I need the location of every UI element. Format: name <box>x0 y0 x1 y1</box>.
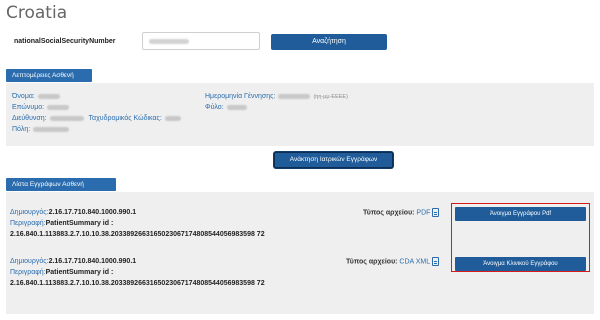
address-label: Διεύθυνση: <box>12 115 47 122</box>
doc-author-row: Δημιουργός:2.16.17.710.840.1000.990.1 <box>10 209 136 216</box>
gender-row: Φύλο: <box>205 104 247 111</box>
birthdate-row: Ημερομηνία Γέννησης: (ηη-μμ-ΕΕΕΕ) <box>205 93 348 100</box>
pdf-file-icon <box>432 208 440 217</box>
doc-id: 2.16.840.1.113883.2.7.10.10.38.203389266… <box>10 231 265 238</box>
doc-author: 2.16.17.710.840.1000.990.1 <box>48 209 137 216</box>
doc-file-type-row: Τύπος αρχείου: PDF <box>363 208 440 217</box>
file-type-label: Τύπος αρχείου: <box>346 258 398 266</box>
doc-author: 2.16.17.710.840.1000.990.1 <box>48 258 137 265</box>
redacted-value <box>49 115 84 121</box>
author-label: Δημιουργός: <box>10 258 49 265</box>
file-type-label: Τύπος αρχείου: <box>363 209 415 217</box>
tab-patient-details: Λεπτομέρειες Ασθενή <box>6 69 92 82</box>
open-pdf-document-button[interactable]: Άνοιγμα Εγγράφου Pdf <box>455 207 586 221</box>
doc-file-type-row: Τύπος αρχείου: CDA XML <box>346 257 440 266</box>
file-type-link[interactable]: CDA XML <box>399 258 430 265</box>
birthdate-hint: (ηη-μμ-ΕΕΕΕ) <box>313 94 348 100</box>
author-label: Δημιουργός: <box>10 209 49 216</box>
redacted-value <box>278 93 311 99</box>
patient-details-panel: Όνομα: Επώνυμο: Διεύθυνση: Ταχυδρομικός … <box>6 83 594 146</box>
xml-file-icon <box>432 257 440 266</box>
retrieve-medical-documents-button[interactable]: Ανάκτηση Ιατρικών Εγγράφων <box>274 152 393 168</box>
surname-row: Επώνυμο: <box>12 104 70 111</box>
description-label: Περιγραφή: <box>10 269 46 276</box>
birthdate-label: Ημερομηνία Γέννησης: <box>205 93 276 100</box>
city-label: Πόλη: <box>12 126 31 133</box>
name-row: Όνομα: <box>12 93 60 100</box>
doc-description-row: Περιγραφή:PatientSummary id : <box>10 269 113 276</box>
redacted-value <box>33 126 70 132</box>
page-title: Croatia <box>6 3 68 23</box>
search-input[interactable] <box>142 32 260 50</box>
city-row: Πόλη: <box>12 126 70 133</box>
doc-description: PatientSummary id : <box>45 220 114 227</box>
redacted-value <box>164 115 181 121</box>
redacted-value <box>226 104 247 110</box>
gender-label: Φύλο: <box>205 104 224 111</box>
doc-description-row: Περιγραφή:PatientSummary id : <box>10 220 113 227</box>
surname-label: Επώνυμο: <box>12 104 45 111</box>
address-row: Διεύθυνση: Ταχυδρομικός Κώδικας: <box>12 115 181 122</box>
tab-patient-documents: Λίστα Εγγράφων Ασθενή <box>6 178 116 191</box>
description-label: Περιγραφή: <box>10 220 46 227</box>
search-button[interactable]: Αναζήτηση <box>271 34 387 50</box>
doc-author-row: Δημιουργός:2.16.17.710.840.1000.990.1 <box>10 258 136 265</box>
search-label: nationalSocialSecurityNumber <box>14 38 116 45</box>
postal-label: Ταχυδρομικός Κώδικας: <box>88 115 162 122</box>
doc-id-row: 2.16.840.1.113883.2.7.10.10.38.203389266… <box>10 280 265 287</box>
name-label: Όνομα: <box>12 93 35 100</box>
redacted-value <box>47 104 70 110</box>
file-type-link[interactable]: PDF <box>416 209 430 216</box>
doc-description: PatientSummary id : <box>45 269 114 276</box>
redacted-value <box>149 39 189 44</box>
doc-id: 2.16.840.1.113883.2.7.10.10.38.203389266… <box>10 280 265 287</box>
open-clinical-document-button[interactable]: Άνοιγμα Κλινικού Εγγράφου <box>455 257 586 271</box>
doc-id-row: 2.16.840.1.113883.2.7.10.10.38.203389266… <box>10 231 265 238</box>
redacted-value <box>37 93 60 99</box>
